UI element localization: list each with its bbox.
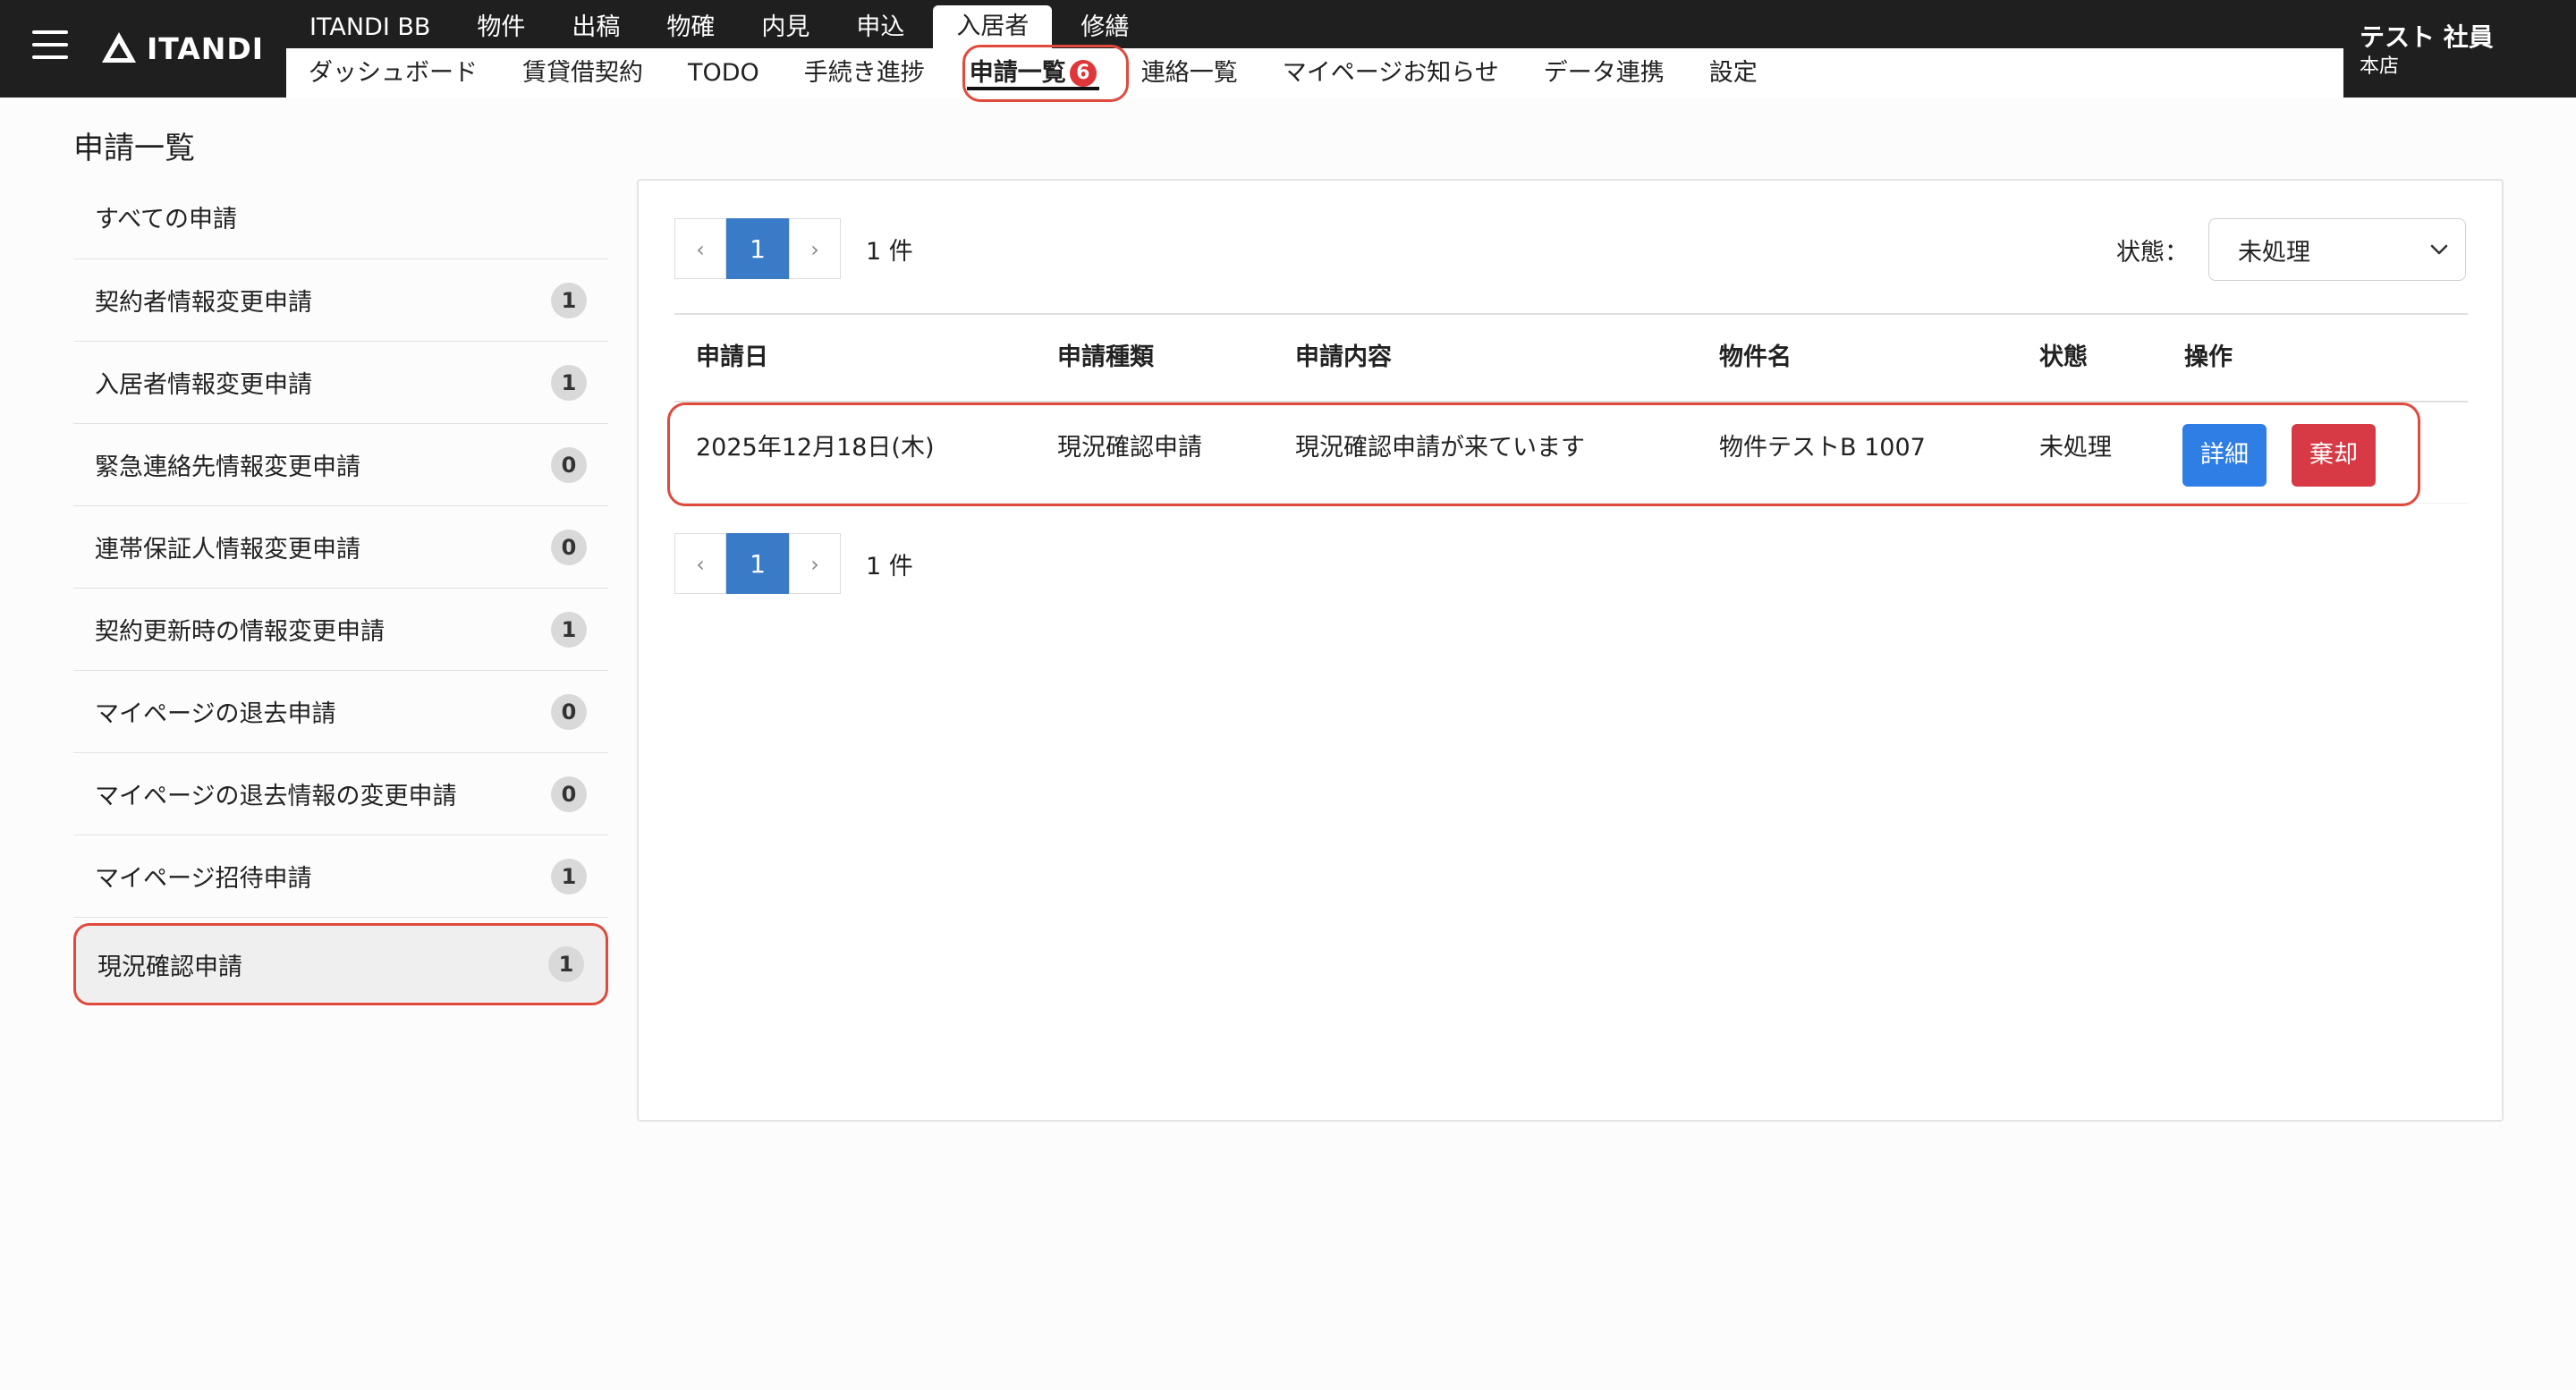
page-title: 申請一覧 (73, 131, 195, 166)
count-badge: 1 (551, 282, 587, 318)
cell-type: 現況確認申請 (1057, 434, 1202, 462)
sidebar-item-status-confirmation[interactable]: 現況確認申請 1 (73, 923, 608, 1005)
count-badge: 0 (551, 446, 587, 483)
sidebar-item-renewal-change[interactable]: 契約更新時の情報変更申請 1 (73, 589, 608, 671)
sub-tab-settings[interactable]: 設定 (1687, 48, 1780, 97)
sub-tab-mypage-notice[interactable]: マイページお知らせ (1260, 48, 1521, 97)
status-select-value: 未処理 (2238, 238, 2310, 267)
column-header-date[interactable]: 申請日 (696, 315, 768, 401)
next-page-button[interactable]: › (789, 533, 841, 594)
application-table: 申請日 申請種類 申請内容 物件名 状態 操作 2025年12月18日(木) 現… (667, 313, 2468, 506)
pagination-top: ‹ 1 › 1 件 (674, 218, 913, 279)
hamburger-menu-icon[interactable] (32, 30, 68, 63)
column-header-property[interactable]: 物件名 (1719, 315, 1792, 401)
logo[interactable]: ITANDI (100, 25, 264, 72)
prev-page-button[interactable]: ‹ (674, 533, 726, 594)
cell-content: 現況確認申請が来ています (1295, 434, 1585, 462)
user-name: テスト 社員 (2360, 22, 2494, 52)
top-tab-itandi-bb[interactable]: ITANDI BB (286, 7, 453, 48)
sidebar-item-label: マイページの退去申請 (95, 700, 336, 728)
sidebar-item-label: 連帯保証人情報変更申請 (95, 536, 360, 564)
top-tab-listing[interactable]: 出稿 (548, 7, 643, 48)
application-type-sidebar: すべての申請 契約者情報変更申請 1 入居者情報変更申請 1 緊急連絡先情報変更… (73, 175, 608, 1005)
top-tab-property[interactable]: 物件 (453, 7, 548, 48)
cell-date: 2025年12月18日(木) (696, 434, 935, 462)
sub-tab-dashboard[interactable]: ダッシュボード (286, 48, 500, 97)
top-tab-application[interactable]: 申込 (833, 7, 928, 48)
top-tab-repair[interactable]: 修繕 (1057, 7, 1152, 48)
sidebar-item-emergency-contact-change[interactable]: 緊急連絡先情報変更申請 0 (73, 424, 608, 506)
pagination-bottom: ‹ 1 › 1 件 (674, 533, 913, 594)
active-tab-underline (966, 87, 1099, 90)
top-tabs: ITANDI BB 物件 出稿 物確 内見 申込 入居者 修繕 (286, 0, 1152, 48)
chevron-down-icon (2429, 243, 2449, 256)
user-branch: 本店 (2360, 55, 2400, 78)
application-list-panel: ‹ 1 › 1 件 状態： 未処理 申請日 申請種類 申請内容 物件名 状態 操… (637, 179, 2504, 1122)
page-1-button[interactable]: 1 (726, 533, 789, 594)
table-row[interactable]: 2025年12月18日(木) 現況確認申請 現況確認申請が来ています 物件テスト… (667, 403, 2468, 506)
result-count: 1 件 (866, 552, 913, 581)
column-header-content[interactable]: 申請内容 (1295, 315, 1392, 401)
user-menu[interactable]: テスト 社員 本店 (2343, 0, 2576, 97)
column-header-status[interactable]: 状態 (2039, 315, 2088, 401)
sidebar-item-mypage-moveout-change[interactable]: マイページの退去情報の変更申請 0 (73, 753, 608, 835)
sidebar-item-label: 入居者情報変更申請 (95, 371, 312, 399)
count-badge: 1 (551, 858, 587, 894)
sidebar-item-mypage-invite[interactable]: マイページ招待申請 1 (73, 835, 608, 918)
cell-status: 未処理 (2039, 434, 2112, 462)
sub-tab-application-list-label: 申請一覧 (969, 59, 1066, 87)
next-page-button[interactable]: › (789, 218, 841, 279)
top-tab-confirm[interactable]: 物確 (643, 7, 738, 48)
sub-tab-procedure-progress[interactable]: 手続き進捗 (782, 48, 947, 97)
status-select[interactable]: 未処理 (2208, 218, 2466, 281)
sidebar-item-label: マイページの退去情報の変更申請 (95, 783, 457, 810)
sub-navigation: ダッシュボード 賃貸借契約 TODO 手続き進捗 申請一覧 6 連絡一覧 マイペー… (286, 48, 2343, 97)
sidebar-item-label: 緊急連絡先情報変更申請 (95, 453, 360, 481)
sidebar-item-tenant-change[interactable]: 入居者情報変更申請 1 (73, 342, 608, 424)
page-1-button[interactable]: 1 (726, 218, 789, 279)
count-badge: 1 (551, 364, 587, 401)
count-badge: 0 (551, 529, 587, 565)
table-header: 申請日 申請種類 申請内容 物件名 状態 操作 (674, 313, 2468, 403)
count-badge: 0 (551, 693, 587, 730)
detail-button[interactable]: 詳細 (2182, 424, 2267, 487)
notification-badge: 6 (1069, 60, 1097, 87)
itandi-logo-icon (102, 32, 136, 63)
count-badge: 0 (551, 776, 587, 812)
sidebar-item-guarantor-change[interactable]: 連帯保証人情報変更申請 0 (73, 506, 608, 589)
sidebar-item-contractor-change[interactable]: 契約者情報変更申請 1 (73, 259, 608, 342)
count-badge: 1 (548, 946, 584, 982)
sidebar-item-mypage-moveout[interactable]: マイページの退去申請 0 (73, 671, 608, 753)
sub-tab-data-integration[interactable]: データ連携 (1521, 48, 1687, 97)
sidebar-item-label: 契約者情報変更申請 (95, 289, 312, 317)
sidebar-item-label: すべての申請 (95, 206, 238, 233)
prev-page-button[interactable]: ‹ (674, 218, 726, 279)
sidebar-item-label: 現況確認申請 (97, 953, 242, 981)
result-count: 1 件 (866, 237, 913, 266)
column-header-actions: 操作 (2184, 343, 2233, 371)
status-filter: 状態： 未処理 (2116, 218, 2466, 281)
status-filter-label: 状態： (2116, 238, 2189, 267)
sub-tab-contact-list[interactable]: 連絡一覧 (1119, 48, 1260, 97)
column-header-type[interactable]: 申請種類 (1057, 315, 1154, 401)
sidebar-item-label: 契約更新時の情報変更申請 (95, 618, 385, 646)
sub-tab-application-list[interactable]: 申請一覧 6 (947, 48, 1119, 97)
top-tab-viewing[interactable]: 内見 (738, 7, 833, 48)
logo-text: ITANDI (147, 30, 265, 66)
sidebar-item-label: マイページ招待申請 (95, 865, 312, 893)
cell-property: 物件テストB 1007 (1719, 434, 1926, 462)
discard-button[interactable]: 棄却 (2292, 424, 2376, 487)
sidebar-item-all[interactable]: すべての申請 (73, 175, 608, 259)
count-badge: 1 (551, 611, 587, 648)
top-tab-tenant[interactable]: 入居者 (933, 5, 1053, 48)
sub-tab-todo[interactable]: TODO (665, 48, 782, 97)
sub-tab-lease-contract[interactable]: 賃貸借契約 (500, 48, 665, 97)
